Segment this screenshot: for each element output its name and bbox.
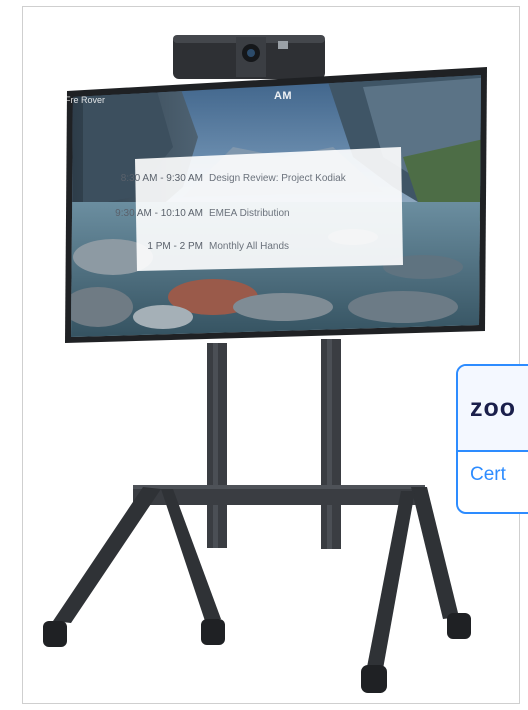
tv-stand-photo — [43, 35, 487, 693]
badge-divider — [458, 450, 528, 452]
meeting-time: 9:30 AM - 10:10 AM — [115, 208, 203, 219]
badge-label: Cert — [470, 464, 506, 485]
badge-brand: zoo — [470, 394, 517, 422]
meeting-item: 1 PM - 2 PM Monthly All Hands — [109, 241, 289, 252]
meeting-item: 9:30 AM - 10:10 AM EMEA Distribution — [109, 208, 290, 219]
meeting-name: Design Review: Project Kodiak — [209, 173, 346, 184]
screen-corner-text: Fre Rover — [65, 95, 106, 105]
video-bar — [173, 35, 325, 79]
meeting-item: 8:30 AM - 9:30 AM Design Review: Project … — [109, 173, 346, 184]
meeting-time: 1 PM - 2 PM — [147, 241, 203, 252]
screen-clock: AM — [273, 90, 293, 102]
meeting-time: 8:30 AM - 9:30 AM — [120, 173, 203, 184]
product-photo-frame: Fre Rover AM 8:30 AM - 9:30 AM Design Rev… — [22, 6, 520, 704]
meeting-name: EMEA Distribution — [209, 208, 290, 219]
meeting-name: Monthly All Hands — [209, 241, 290, 252]
stand — [43, 339, 471, 693]
zoom-certified-badge: zoo Cert — [456, 364, 528, 514]
